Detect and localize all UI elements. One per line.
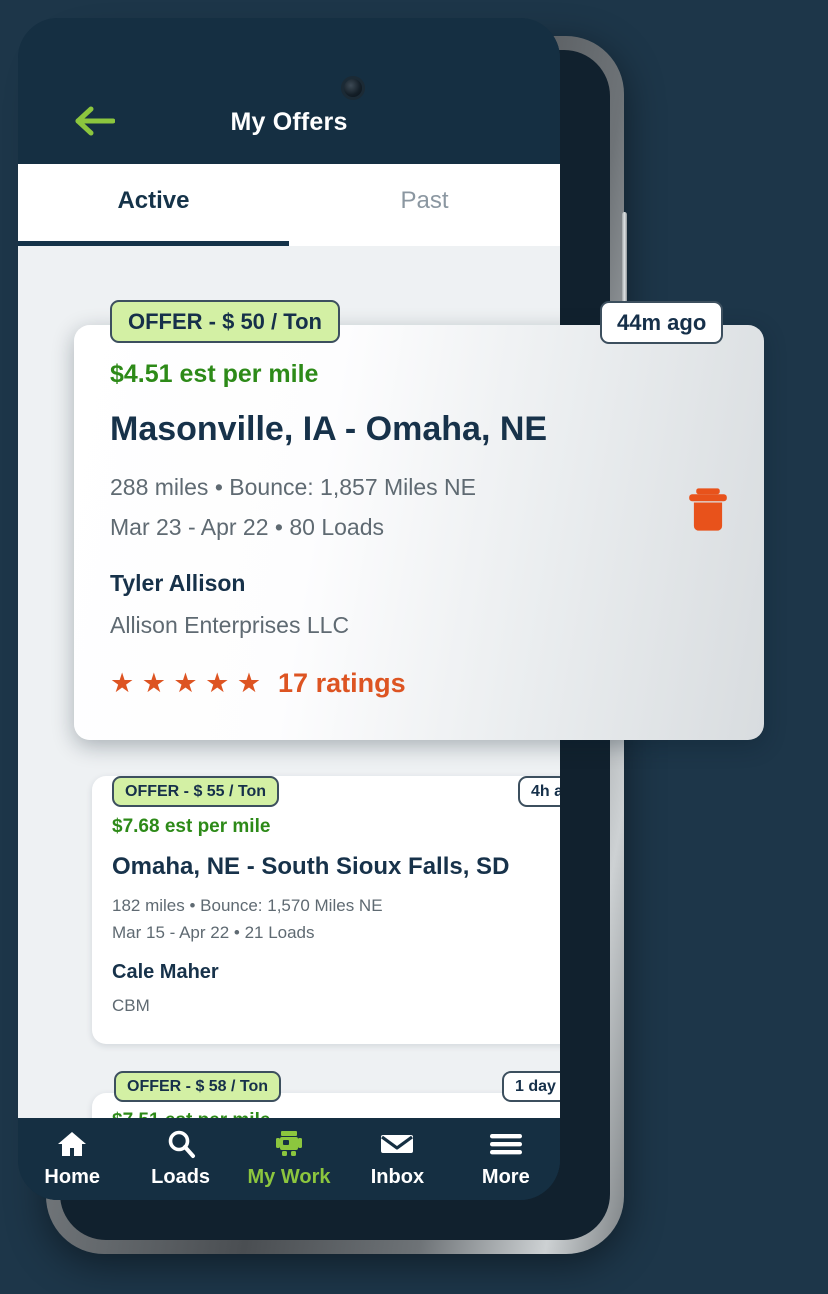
front-camera-icon bbox=[341, 76, 365, 100]
offer-route: Omaha, NE - South Sioux Falls, SD bbox=[112, 853, 510, 880]
offer-distance-meta: 288 miles • Bounce: 1,857 Miles NE bbox=[110, 474, 477, 500]
nav-item-more[interactable]: More bbox=[452, 1128, 560, 1189]
offer-time-badge: 4h ago bbox=[518, 776, 560, 807]
offer-price-badge: OFFER - $ 58 / Ton bbox=[114, 1071, 282, 1102]
nav-label: My Work bbox=[247, 1166, 331, 1188]
offer-dates-meta: Mar 15 - Apr 22 • 21 Loads bbox=[112, 923, 315, 942]
trash-icon[interactable] bbox=[688, 486, 728, 538]
offer-rate-per-mile: $7.68 est per mile bbox=[112, 816, 271, 837]
nav-item-home[interactable]: Home bbox=[18, 1128, 126, 1189]
offer-price-badge: OFFER - $ 55 / Ton bbox=[112, 776, 280, 807]
offer-company-name: CBM bbox=[112, 996, 150, 1015]
offer-price-badge: OFFER - $ 50 / Ton bbox=[110, 300, 340, 343]
offer-time-badge: 1 day ago bbox=[502, 1071, 560, 1102]
nav-label: Home bbox=[44, 1166, 100, 1188]
offer-ratings-row: ★ ★ ★ ★ ★ 17 ratings bbox=[110, 668, 406, 699]
offer-company-name: Allison Enterprises LLC bbox=[110, 612, 350, 638]
nav-label: More bbox=[481, 1166, 530, 1188]
offer-rate-per-mile: $4.51 est per mile bbox=[110, 360, 319, 388]
offer-dates-meta: Mar 23 - Apr 22 • 80 Loads bbox=[110, 514, 384, 540]
envelope-icon bbox=[380, 1128, 414, 1160]
nav-label: Loads bbox=[151, 1166, 211, 1188]
nav-item-my-work[interactable]: My Work bbox=[235, 1128, 343, 1189]
offer-contact-name: Tyler Allison bbox=[110, 570, 246, 596]
hamburger-menu-icon bbox=[489, 1128, 523, 1160]
truck-icon bbox=[273, 1128, 305, 1160]
search-icon bbox=[166, 1128, 196, 1160]
star-rating-icons: ★ ★ ★ ★ ★ bbox=[110, 668, 262, 698]
offer-rate-per-mile: $7.51 est per mile bbox=[112, 1110, 270, 1118]
bottom-navigation-bar: Home Loads My Work Inbox More bbox=[18, 1118, 560, 1200]
ratings-count-label: 17 ratings bbox=[278, 668, 406, 698]
offer-route: Masonville, IA - Omaha, NE bbox=[110, 410, 548, 448]
nav-item-loads[interactable]: Loads bbox=[126, 1128, 234, 1189]
nav-item-inbox[interactable]: Inbox bbox=[343, 1128, 451, 1189]
offer-contact-name: Cale Maher bbox=[112, 961, 219, 983]
nav-label: Inbox bbox=[370, 1166, 425, 1188]
page-title: My Offers bbox=[230, 108, 348, 136]
offer-time-badge: 44m ago bbox=[600, 301, 724, 344]
home-icon bbox=[56, 1128, 88, 1160]
offer-distance-meta: 182 miles • Bounce: 1,570 Miles NE bbox=[112, 896, 383, 915]
tab-active[interactable]: Active bbox=[18, 164, 289, 246]
app-header: My Offers bbox=[18, 18, 560, 164]
offers-tab-bar: Active Past bbox=[18, 164, 560, 246]
tab-past[interactable]: Past bbox=[289, 164, 560, 246]
